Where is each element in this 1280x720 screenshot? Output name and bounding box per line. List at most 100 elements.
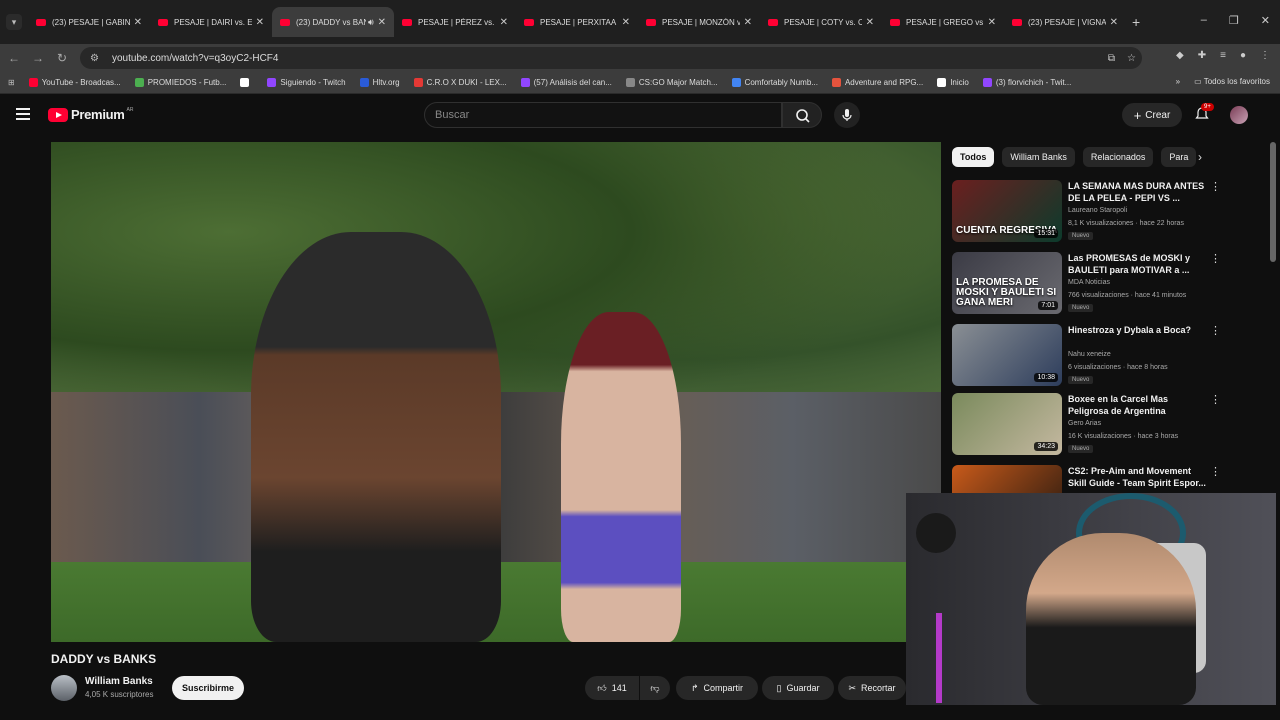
url-field[interactable]: ⚙ youtube.com/watch?v=q3oyC2-HCF4 ⧉ ☆ [80, 47, 1142, 69]
filter-chip[interactable]: Relacionados [1082, 147, 1154, 167]
filter-chip[interactable]: William Banks [1002, 147, 1075, 167]
video-thumbnail[interactable]: Pre-Aim and [952, 465, 1062, 493]
browser-tab[interactable]: (23) PESAJE | GABINO ✕ [28, 7, 150, 37]
browser-tab[interactable]: (23) DADDY vs BANKS🔊︎ ✕ [272, 7, 394, 37]
share-button[interactable]: ↱ Compartir [676, 676, 758, 700]
bookmark-item[interactable]: Hltv.org [359, 78, 400, 87]
recommended-video[interactable]: Pre-Aim andCS2: Pre-Aim and Movement Ski… [952, 465, 1262, 493]
close-tab-icon[interactable]: ✕ [134, 17, 142, 28]
recommended-title[interactable]: LA SEMANA MAS DURA ANTES DE LA PELEA - P… [1068, 180, 1208, 204]
video-thumbnail[interactable]: LA PROMESA DE MOSKI Y BAULETI SI GANA ME… [952, 252, 1062, 314]
bookmark-item[interactable]: C.R.O X DUKI - LEX... [413, 78, 507, 87]
close-tab-icon[interactable]: ✕ [500, 17, 508, 28]
recommended-title[interactable]: Las PROMESAS de MOSKI y BAULETI para MOT… [1068, 252, 1208, 276]
more-options-icon[interactable]: ⋮ [1210, 465, 1221, 478]
scrollbar[interactable] [1270, 142, 1276, 262]
browser-tab[interactable]: PESAJE | PÉREZ vs. JUAN ✕ [394, 7, 516, 37]
new-tab-button[interactable]: + [1132, 14, 1140, 30]
filter-chip[interactable]: Todos [952, 147, 995, 167]
recommended-video[interactable]: 34:23 Boxee en la Carcel Mas Peligrosa de… [952, 393, 1262, 459]
search-button[interactable] [782, 102, 822, 128]
video-thumbnail[interactable]: 34:23 [952, 393, 1062, 455]
bookmark-item[interactable]: Siguiendo - Twitch [267, 78, 346, 87]
recommended-video[interactable]: 10:38 Hinestroza y Dybala a Boca? Nahu xen… [952, 324, 1262, 390]
more-options-icon[interactable]: ⋮ [1210, 252, 1221, 265]
hamburger-menu-icon[interactable] [16, 108, 30, 120]
bookmark-item[interactable]: Inicio [937, 78, 969, 87]
more-options-icon[interactable]: ⋮ [1210, 324, 1221, 337]
youtube-premium-logo[interactable]: Premium AR [48, 107, 133, 122]
channel-avatar[interactable] [51, 675, 77, 701]
like-button[interactable]: 👍︎ 141 [585, 676, 639, 700]
bookmark-item[interactable]: YouTube - Broadcas... [28, 78, 121, 87]
bookmark-item[interactable]: Adventure and RPG... [831, 78, 923, 87]
close-tab-icon[interactable]: ✕ [866, 17, 874, 28]
tab-search-icon[interactable]: ▾ [6, 14, 22, 30]
recommended-title[interactable]: Boxee en la Carcel Mas Peligrosa de Arge… [1068, 393, 1208, 417]
puzzle-icon[interactable]: ✚ [1198, 50, 1206, 61]
account-avatar[interactable] [1230, 106, 1248, 124]
browser-tab[interactable]: PESAJE | MONZÓN vs ✕ [638, 7, 760, 37]
browser-tab[interactable]: PESAJE | DAIRI vs. ESPI ✕ [150, 7, 272, 37]
media-icon[interactable]: ≡ [1220, 50, 1226, 61]
reload-icon[interactable]: ↻ [52, 51, 72, 65]
close-tab-icon[interactable]: ✕ [744, 17, 752, 28]
more-options-icon[interactable]: ⋮ [1210, 393, 1221, 406]
bookmark-item[interactable]: Comfortably Numb... [731, 78, 818, 87]
video-thumbnail[interactable]: 10:38 [952, 324, 1062, 386]
all-bookmarks[interactable]: ▭ Todos los favoritos [1194, 77, 1270, 86]
recommended-channel[interactable]: MDA Noticias [1068, 279, 1110, 286]
subscribe-button[interactable]: Suscribirme [172, 676, 244, 700]
close-tab-icon[interactable]: ✕ [622, 17, 630, 28]
filter-chip[interactable]: Para [1161, 147, 1197, 167]
recommended-channel[interactable]: Gero Arias [1068, 420, 1101, 427]
video-thumbnail[interactable]: CUENTA REGRESIVA 15:31 [952, 180, 1062, 242]
save-button[interactable]: ▯ Guardar [762, 676, 834, 700]
menu-icon[interactable]: ⋮ [1260, 50, 1270, 61]
close-tab-icon[interactable]: ✕ [988, 17, 996, 28]
close-tab-icon[interactable]: ✕ [378, 17, 386, 28]
bookmark-item[interactable]: CS:GO Major Match... [625, 78, 718, 87]
bookmark-item[interactable]: (57) Análisis del can... [520, 78, 612, 87]
bookmark-star-icon[interactable]: ☆ [1127, 53, 1136, 64]
chevron-right-icon[interactable]: › [1198, 150, 1202, 164]
restore-icon[interactable]: ❐ [1229, 14, 1239, 27]
recommended-channel[interactable]: Laureano Staropoli [1068, 207, 1127, 214]
search-input[interactable]: Buscar [424, 102, 782, 128]
dislike-button[interactable]: 👎︎ [640, 676, 670, 700]
browser-tab[interactable]: PESAJE | GREGO vs. C ✕ [882, 7, 1004, 37]
recommended-channel[interactable]: Nahu xeneize [1068, 351, 1111, 358]
recommended-video[interactable]: LA PROMESA DE MOSKI Y BAULETI SI GANA ME… [952, 252, 1262, 318]
more-options-icon[interactable]: ⋮ [1210, 180, 1221, 193]
speaker-icon[interactable]: 🔊︎ [368, 17, 374, 28]
recommended-title[interactable]: CS2: Pre-Aim and Movement Skill Guide - … [1068, 465, 1208, 489]
extension-icon[interactable]: ◆ [1176, 50, 1184, 61]
video-player[interactable] [51, 142, 941, 642]
recommended-title[interactable]: Hinestroza y Dybala a Boca? [1068, 324, 1208, 336]
back-icon[interactable]: ← [4, 51, 24, 65]
install-app-icon[interactable]: ⧉ [1108, 53, 1115, 64]
close-tab-icon[interactable]: ✕ [1110, 17, 1118, 28]
forward-icon[interactable]: → [28, 51, 48, 65]
voice-search-button[interactable] [834, 102, 860, 128]
site-info-icon[interactable]: ⚙ [90, 53, 102, 64]
scissors-icon: ✂ [848, 682, 857, 693]
channel-name[interactable]: William Banks [85, 676, 153, 687]
bookmark-item[interactable]: (3) florvichich - Twit... [982, 78, 1071, 87]
bookmark-favicon-icon [520, 78, 530, 87]
close-tab-icon[interactable]: ✕ [256, 17, 264, 28]
create-button[interactable]: + Crear [1122, 103, 1182, 127]
clip-button[interactable]: ✂ Recortar [838, 676, 906, 700]
close-window-icon[interactable]: ✕ [1261, 14, 1270, 27]
browser-tab[interactable]: (23) PESAJE | VIGNA ✕ [1004, 7, 1126, 37]
bookmark-item[interactable] [240, 78, 253, 87]
bookmark-label: Comfortably Numb... [744, 78, 818, 87]
profile-icon[interactable]: ● [1240, 50, 1246, 61]
minimize-icon[interactable]: – [1201, 14, 1207, 27]
browser-tab[interactable]: PESAJE | COTY vs. CAR ✕ [760, 7, 882, 37]
more-bookmarks-icon[interactable]: » [1176, 77, 1180, 86]
recommended-video[interactable]: CUENTA REGRESIVA 15:31 LA SEMANA MAS DURA … [952, 180, 1262, 246]
apps-icon[interactable]: ⊞ [8, 78, 15, 87]
bookmark-item[interactable]: PROMIEDOS - Futb... [134, 78, 226, 87]
browser-tab[interactable]: PESAJE | PERXITAA vs ✕ [516, 7, 638, 37]
